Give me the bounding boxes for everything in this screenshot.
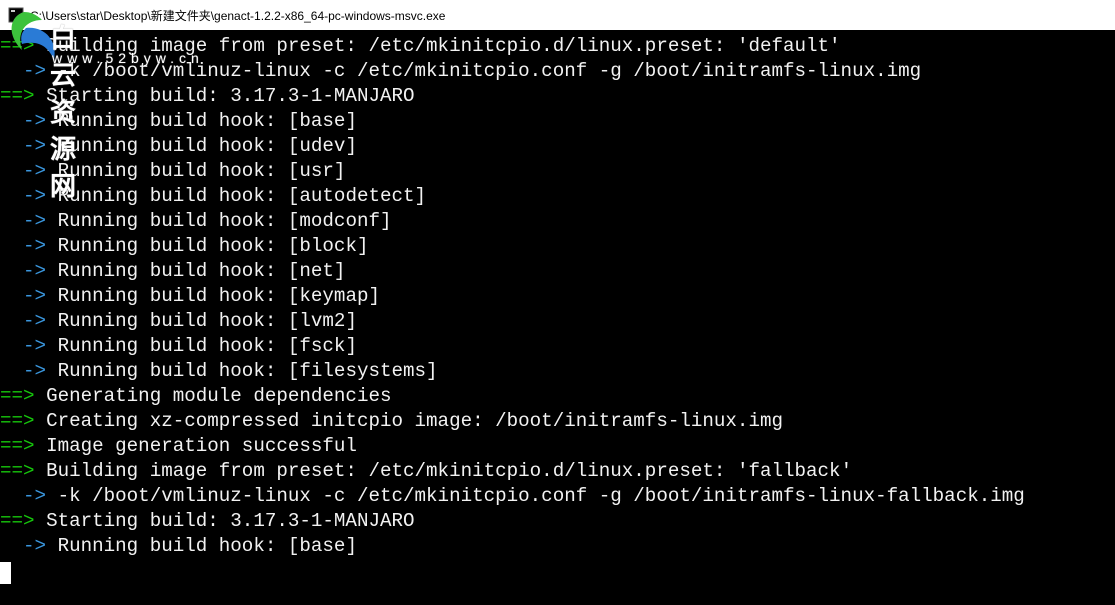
line-starting-build-2: ==> Starting build: 3.17.3-1-MANJARO [0,509,1115,534]
line-create-img: ==> Creating xz-compressed initcpio imag… [0,409,1115,434]
line-hook-block: -> Running build hook: [block] [0,234,1115,259]
line-hook-modconf: -> Running build hook: [modconf] [0,209,1115,234]
cursor-line [0,559,1115,584]
line-hook-fsck: -> Running build hook: [fsck] [0,334,1115,359]
window-titlebar[interactable]: C:\Users\star\Desktop\新建文件夹\genact-1.2.2… [0,0,1115,30]
line-hook-usr: -> Running build hook: [usr] [0,159,1115,184]
console-window: C:\Users\star\Desktop\新建文件夹\genact-1.2.2… [0,0,1115,605]
line-gen-deps: ==> Generating module dependencies [0,384,1115,409]
line-build-default: ==> Building image from preset: /etc/mki… [0,34,1115,59]
line-hook-lvm2: -> Running build hook: [lvm2] [0,309,1115,334]
app-icon [8,7,24,23]
line-hook2-base: -> Running build hook: [base] [0,534,1115,559]
line-hook-filesystems: -> Running build hook: [filesystems] [0,359,1115,384]
line-img-success: ==> Image generation successful [0,434,1115,459]
cursor [0,562,11,584]
line-hook-udev: -> Running build hook: [udev] [0,134,1115,159]
line-hook-keymap: -> Running build hook: [keymap] [0,284,1115,309]
line-hook-base: -> Running build hook: [base] [0,109,1115,134]
line-hook-net: -> Running build hook: [net] [0,259,1115,284]
line-kline-fallback: -> -k /boot/vmlinuz-linux -c /etc/mkinit… [0,484,1115,509]
terminal-output[interactable]: ==> Building image from preset: /etc/mki… [0,30,1115,584]
line-kline-default: -> -k /boot/vmlinuz-linux -c /etc/mkinit… [0,59,1115,84]
line-build-fallback: ==> Building image from preset: /etc/mki… [0,459,1115,484]
line-hook-autodetect: -> Running build hook: [autodetect] [0,184,1115,209]
window-title: C:\Users\star\Desktop\新建文件夹\genact-1.2.2… [30,7,445,24]
line-starting-build: ==> Starting build: 3.17.3-1-MANJARO [0,84,1115,109]
